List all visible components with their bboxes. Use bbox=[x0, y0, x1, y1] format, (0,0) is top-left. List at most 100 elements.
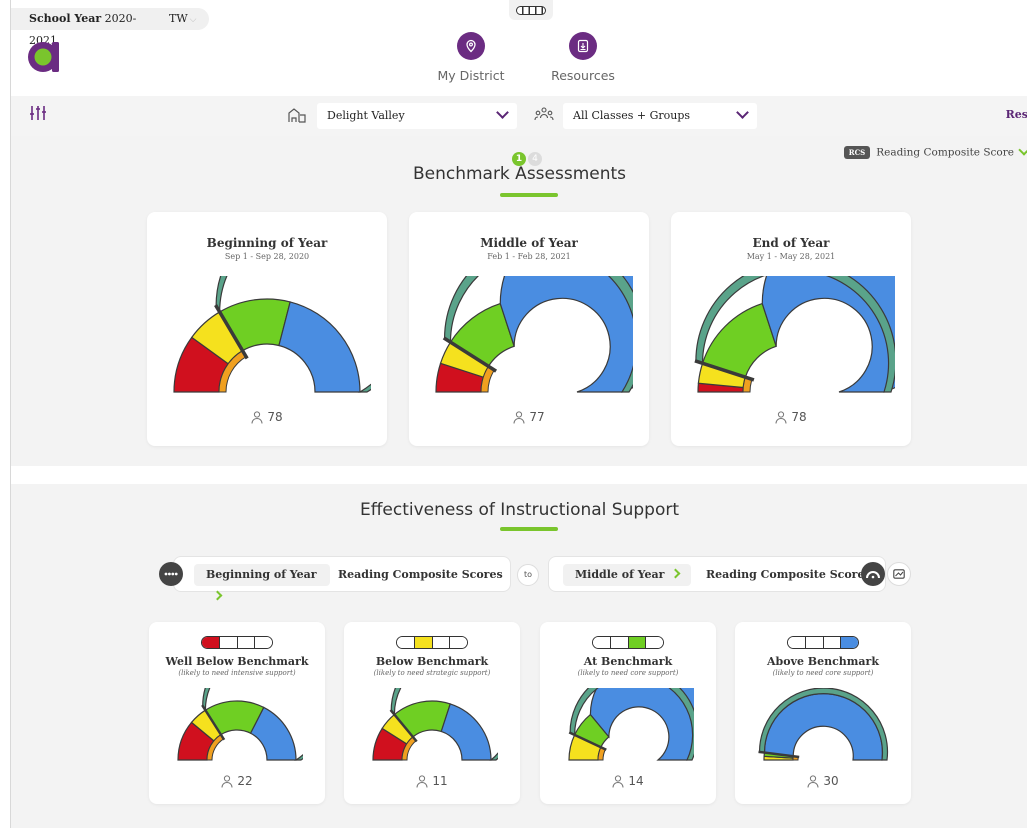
nav-label: My District bbox=[437, 68, 505, 83]
gauge-view-button[interactable] bbox=[861, 562, 885, 586]
benchmark-section: 14 Benchmark Assessments RCS Reading Comp… bbox=[11, 136, 1027, 466]
effectiveness-card[interactable]: Above Benchmark (likely to need core sup… bbox=[735, 622, 911, 804]
effectiveness-section: Effectiveness of Instructional Support B… bbox=[11, 484, 1027, 828]
legend-segment bbox=[414, 637, 433, 648]
student-count: 22 bbox=[149, 774, 325, 788]
legend-segment bbox=[450, 637, 467, 648]
gauge-segment-blue bbox=[440, 703, 492, 761]
card-dates: Sep 1 - Sep 28, 2020 bbox=[224, 252, 310, 261]
chevron-right-icon bbox=[212, 590, 223, 601]
classes-select[interactable]: All Classes + Groups bbox=[563, 103, 757, 129]
person-icon bbox=[416, 775, 428, 788]
count-value: 30 bbox=[823, 774, 839, 788]
nav-label: Resources bbox=[551, 68, 615, 83]
effectiveness-gauge bbox=[568, 688, 694, 761]
user-menu[interactable]: TW ⌵ bbox=[159, 8, 209, 30]
chart-view-button[interactable] bbox=[887, 562, 911, 586]
legend-segment bbox=[432, 637, 451, 648]
school-year-label: School Year bbox=[29, 12, 102, 25]
card-title: Beginning of Year bbox=[206, 236, 328, 250]
benchmark-gauge bbox=[694, 276, 895, 393]
chevron-right-icon bbox=[671, 568, 681, 579]
measure-label: Reading Composite Score bbox=[876, 146, 1014, 159]
legend-segment bbox=[628, 637, 647, 648]
chevron-down-icon: ⌵ bbox=[189, 15, 197, 25]
legend-segment bbox=[202, 637, 220, 648]
card-subtitle: (likely to need core support) bbox=[577, 669, 679, 677]
user-initials: TW bbox=[169, 12, 188, 25]
top-bar: School Year 2020-2021 TW ⌵ My District Re… bbox=[11, 0, 1027, 96]
person-icon bbox=[612, 775, 624, 788]
legend-segment bbox=[237, 637, 256, 648]
card-dates: Feb 1 - Feb 28, 2021 bbox=[487, 252, 571, 261]
person-icon bbox=[251, 411, 263, 424]
benchmark-level-legend bbox=[592, 636, 664, 649]
chevron-down-icon bbox=[736, 106, 749, 119]
filter-sliders-icon[interactable] bbox=[29, 104, 47, 122]
classes-value: All Classes + Groups bbox=[573, 109, 691, 122]
count-value: 22 bbox=[237, 774, 253, 788]
card-subtitle: (likely to need core support) bbox=[772, 669, 874, 677]
section-title: Effectiveness of Instructional Support bbox=[359, 500, 680, 520]
legend-segment bbox=[219, 637, 238, 648]
from-period-select[interactable]: Beginning of Year bbox=[194, 564, 330, 601]
benchmark-level-legend bbox=[201, 636, 273, 649]
chevron-down-icon bbox=[1018, 143, 1027, 156]
count-value: 11 bbox=[432, 774, 448, 788]
to-label: to bbox=[517, 564, 539, 586]
to-period-select[interactable]: Middle of Year bbox=[563, 564, 691, 586]
collapse-header-handle[interactable] bbox=[509, 0, 553, 20]
section-title: Benchmark Assessments bbox=[412, 164, 627, 184]
benchmark-level-legend bbox=[787, 636, 859, 649]
title-underline bbox=[500, 527, 558, 531]
card-title: Above Benchmark bbox=[767, 655, 879, 668]
card-title: End of Year bbox=[752, 236, 830, 250]
benchmark-card[interactable]: Beginning of Year Sep 1 - Sep 28, 2020 7… bbox=[147, 212, 387, 446]
district-select[interactable]: Delight Valley bbox=[317, 103, 517, 129]
benchmark-level-legend bbox=[396, 636, 468, 649]
person-icon bbox=[807, 775, 819, 788]
effectiveness-card[interactable]: Below Benchmark (likely to need strategi… bbox=[344, 622, 520, 804]
benchmark-card[interactable]: Middle of Year Feb 1 - Feb 28, 2021 77 bbox=[409, 212, 649, 446]
legend-segment bbox=[610, 637, 629, 648]
nav-resources[interactable]: Resources bbox=[543, 32, 623, 83]
legend-segment bbox=[646, 637, 663, 648]
more-options-button[interactable] bbox=[159, 562, 183, 586]
to-selector[interactable]: Middle of Year Reading Composite Scores bbox=[548, 556, 886, 592]
card-title: Middle of Year bbox=[480, 236, 578, 250]
group-people-icon bbox=[534, 107, 554, 121]
title-underline bbox=[500, 193, 558, 197]
legend-segment bbox=[255, 637, 272, 648]
student-count: 14 bbox=[540, 774, 716, 788]
effectiveness-gauge bbox=[372, 688, 498, 761]
app-frame: School Year 2020-2021 TW ⌵ My District Re… bbox=[10, 0, 1027, 828]
card-subtitle: (likely to need intensive support) bbox=[178, 669, 296, 677]
measure-badge: RCS bbox=[843, 146, 871, 159]
handle-grip-icon bbox=[516, 6, 546, 15]
count-value: 14 bbox=[628, 774, 644, 788]
benchmark-card[interactable]: End of Year May 1 - May 28, 2021 78 bbox=[671, 212, 911, 446]
student-count: 78 bbox=[147, 410, 387, 424]
reset-link[interactable]: Res bbox=[1006, 108, 1027, 121]
from-selector[interactable]: Beginning of Year Reading Composite Scor… bbox=[173, 556, 511, 601]
effectiveness-card[interactable]: Well Below Benchmark (likely to need int… bbox=[149, 622, 325, 804]
student-count: 30 bbox=[735, 774, 911, 788]
measure-selector[interactable]: RCS Reading Composite Score bbox=[843, 143, 1027, 159]
to-period: Middle of Year bbox=[575, 568, 665, 581]
school-building-icon bbox=[288, 108, 306, 123]
person-icon bbox=[775, 411, 787, 424]
gauge-icon bbox=[866, 571, 880, 579]
effectiveness-card[interactable]: At Benchmark (likely to need core suppor… bbox=[540, 622, 716, 804]
gauge-segment-blue bbox=[499, 276, 633, 393]
benchmark-gauge bbox=[435, 276, 633, 393]
card-subtitle: (likely to need strategic support) bbox=[373, 669, 491, 677]
count-value: 77 bbox=[529, 410, 545, 424]
legend-segment bbox=[397, 637, 415, 648]
nav-my-district[interactable]: My District bbox=[431, 32, 511, 83]
card-title: Below Benchmark bbox=[375, 655, 489, 668]
school-year-selector[interactable]: School Year 2020-2021 bbox=[11, 8, 159, 47]
gauge-segment-blue bbox=[278, 301, 361, 393]
to-measure[interactable]: Reading Composite Scores bbox=[706, 564, 871, 586]
filter-bar: Delight Valley All Classes + Groups Res bbox=[11, 96, 1027, 136]
from-measure[interactable]: Reading Composite Scores bbox=[338, 564, 503, 586]
